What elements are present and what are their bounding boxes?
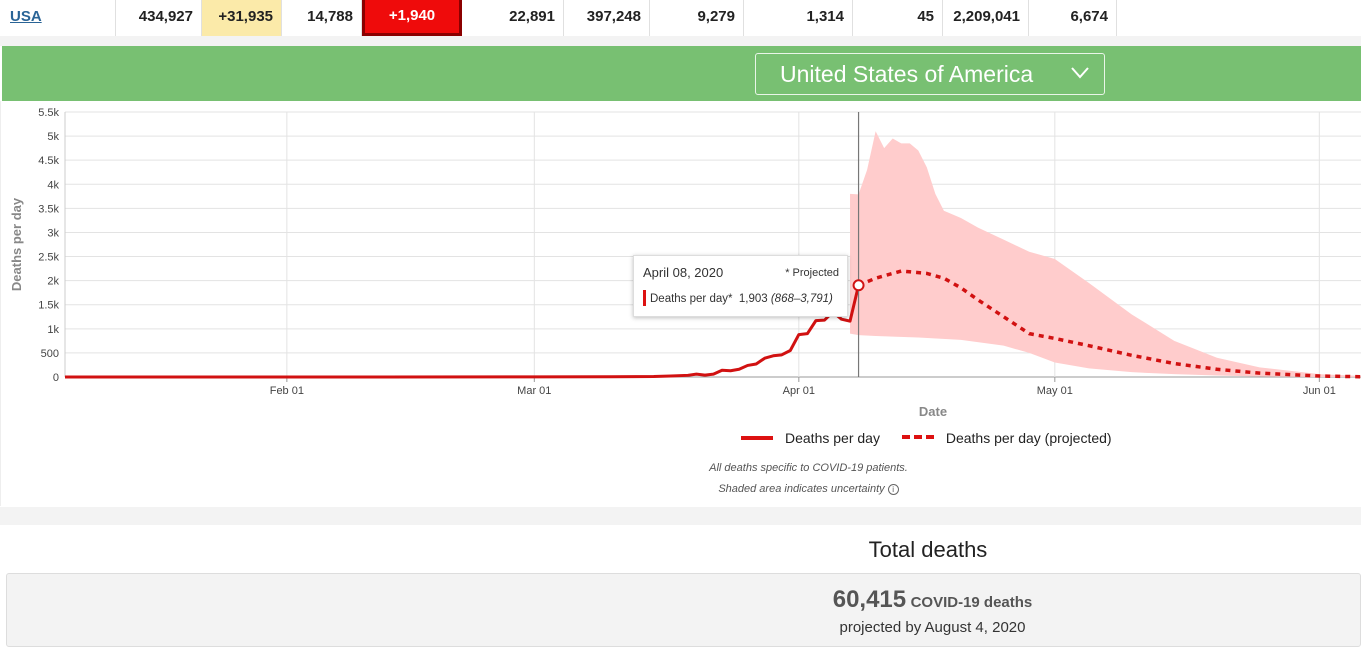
chart-panel: 0 500 1k 1.5k 2k 2.5k 3k 3.5k 4k 4.5k 5k 5.5k Feb 01…: [0, 101, 1361, 506]
stat-cell: 9,279: [650, 0, 744, 36]
legend-item-actual[interactable]: Deaths per day: [741, 430, 880, 446]
y-tick-label: 4.5k: [38, 155, 59, 167]
y-tick-label: 500: [41, 348, 59, 360]
stat-cell: 397,248: [564, 0, 650, 36]
info-icon[interactable]: i: [887, 484, 899, 495]
y-tick-label: 1k: [47, 324, 59, 336]
y-tick-label: 2.5k: [38, 252, 59, 264]
x-tick-label: Mar 01: [517, 385, 551, 397]
chart-legend: Deaths per day Deaths per day (projected…: [741, 430, 1130, 446]
y-tick-label: 4k: [47, 179, 59, 191]
total-deaths-summary: 60,415 COVID-19 deaths: [7, 586, 1361, 614]
tooltip-range: (868–3,791): [770, 293, 833, 305]
tooltip-value: 1,903: [738, 293, 768, 305]
stat-cell-new-cases: +31,935: [202, 0, 282, 36]
x-tick-label: Jun 01: [1303, 385, 1336, 397]
legend-swatch-solid: [741, 436, 773, 440]
section-divider: [0, 507, 1361, 525]
y-tick-label: 1.5k: [38, 300, 59, 312]
total-deaths-label: COVID-19 deaths: [910, 594, 1033, 611]
y-tick-label: 5.5k: [38, 107, 59, 119]
y-tick-label: 3k: [47, 227, 59, 239]
country-select-label: United States of America: [780, 61, 1034, 87]
chart-note-uncertainty: Shaded area indicates uncertainty i: [128, 483, 1361, 495]
chevron-down-icon: [1071, 67, 1089, 79]
tooltip-date: April 08, 2020: [643, 265, 724, 280]
uncertainty-note: Shaded area indicates uncertainty: [718, 483, 885, 495]
current-point-marker: [852, 279, 865, 292]
total-deaths-title: Total deaths: [868, 537, 988, 562]
total-deaths-box: 60,415 COVID-19 deaths projected by Augu…: [6, 573, 1361, 647]
legend-item-projected[interactable]: Deaths per day (projected): [901, 430, 1112, 446]
y-tick-label: 0: [53, 372, 59, 384]
y-tick-label: 3.5k: [38, 203, 59, 215]
stat-cell: 434,927: [116, 0, 202, 36]
chart-note: All deaths specific to COVID-19 patients…: [709, 462, 908, 474]
stat-cell: 14,788: [282, 0, 362, 36]
tooltip-row: Deaths per day* 1,903 (868–3,791): [643, 290, 833, 306]
stat-cell: 6,674: [1029, 0, 1117, 36]
tooltip-projected-note: * Projected: [785, 267, 839, 279]
y-tick-label: 2k: [47, 276, 59, 288]
country-header: United States of America: [2, 46, 1361, 101]
chart-tooltip: April 08, 2020 * Projected Deaths per da…: [633, 255, 848, 317]
total-deaths-number: 60,415: [832, 586, 907, 613]
y-tick-label: 5k: [47, 131, 59, 143]
stat-cell: 45: [853, 0, 943, 36]
stat-cell: 1,314: [744, 0, 853, 36]
stats-row: USA 434,927 +31,935 14,788 +1,940 22,891…: [0, 0, 1361, 36]
stat-cell-new-deaths: +1,940: [362, 0, 462, 36]
legend-swatch-dashed: [901, 435, 934, 439]
separator: [0, 36, 1361, 46]
tooltip-series-marker: [643, 290, 646, 306]
x-tick-label: Feb 01: [270, 385, 304, 397]
uncertainty-band: [850, 131, 1361, 377]
legend-label: Deaths per day (projected): [945, 430, 1112, 446]
y-axis-title: Deaths per day: [9, 197, 24, 291]
stat-cell: 2,209,041: [943, 0, 1029, 36]
x-axis-title: Date: [919, 404, 947, 419]
legend-label: Deaths per day: [785, 430, 880, 446]
total-deaths-projection-date: projected by August 4, 2020: [839, 619, 1026, 636]
x-tick-label: Apr 01: [783, 385, 815, 397]
country-select[interactable]: United States of America: [755, 53, 1105, 95]
tooltip-series: Deaths per day*: [650, 293, 733, 305]
x-tick-label: May 01: [1037, 385, 1073, 397]
country-link[interactable]: USA: [0, 0, 116, 36]
stat-cell: 22,891: [462, 0, 564, 36]
